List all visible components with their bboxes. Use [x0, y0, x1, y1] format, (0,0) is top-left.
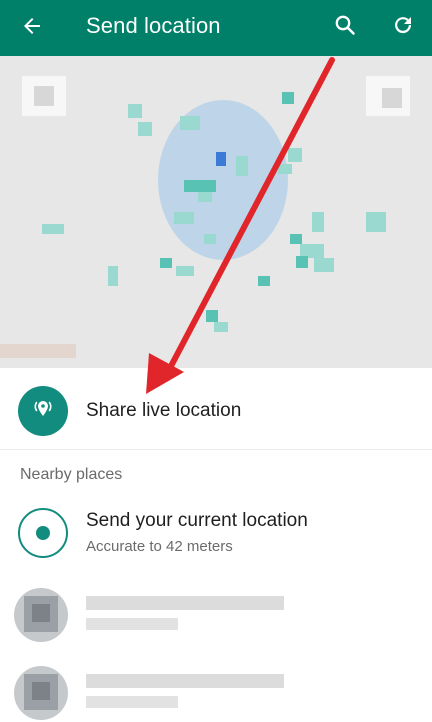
accuracy-radius: [158, 100, 288, 260]
map-tile: [382, 88, 402, 108]
place-name: [86, 596, 284, 610]
map-poi: [160, 258, 172, 268]
current-location-dot: [36, 526, 50, 540]
map-view[interactable]: [0, 56, 432, 368]
arrow-left-icon: [20, 14, 44, 43]
place-address: [86, 696, 178, 708]
map-attribution: [0, 344, 76, 358]
search-button[interactable]: [328, 10, 362, 44]
page-title: Send location: [86, 13, 221, 38]
divider: [0, 449, 432, 450]
refresh-button[interactable]: [386, 10, 420, 44]
map-poi: [138, 122, 152, 136]
map-poi: [128, 104, 142, 118]
map-poi: [278, 164, 292, 174]
location-pin-icon: [216, 152, 226, 166]
map-poi: [180, 116, 200, 130]
map-poi: [42, 224, 64, 234]
place-thumbnail: [14, 666, 68, 720]
map-poi: [176, 266, 194, 276]
map-poi: [258, 276, 270, 286]
place-name: [86, 674, 284, 688]
search-icon: [333, 13, 357, 42]
place-address: [86, 618, 178, 630]
map-poi: [312, 212, 324, 232]
back-button[interactable]: [16, 12, 48, 44]
nearby-place-item[interactable]: [0, 584, 432, 644]
map-poi: [174, 212, 194, 224]
map-poi: [366, 212, 386, 232]
map-poi: [290, 234, 302, 244]
map-poi: [204, 234, 216, 244]
live-location-icon: [30, 396, 56, 427]
nearby-places-heading: Nearby places: [20, 466, 123, 483]
map-poi: [108, 266, 118, 286]
map-poi: [314, 258, 334, 272]
place-thumbnail: [14, 588, 68, 642]
map-poi: [236, 156, 248, 176]
map-poi: [184, 180, 216, 192]
share-live-location-item[interactable]: Share live location: [0, 370, 432, 450]
map-tile: [34, 86, 54, 106]
current-location-icon: [18, 508, 68, 558]
map-poi: [296, 256, 308, 268]
map-poi: [282, 92, 294, 104]
map-poi: [198, 192, 212, 202]
share-live-location-label: Share live location: [86, 400, 242, 421]
map-poi: [206, 310, 218, 322]
refresh-icon: [391, 13, 415, 42]
map-poi: [288, 148, 302, 162]
nearby-place-item[interactable]: [0, 662, 432, 722]
location-accuracy-text: Accurate to 42 meters: [86, 538, 233, 555]
map-poi: [214, 322, 228, 332]
send-current-location-item[interactable]: Send your current location Accurate to 4…: [0, 500, 432, 568]
live-location-button[interactable]: [18, 386, 68, 436]
send-current-location-title: Send your current location: [86, 510, 308, 531]
app-bar: Send location: [0, 0, 432, 56]
